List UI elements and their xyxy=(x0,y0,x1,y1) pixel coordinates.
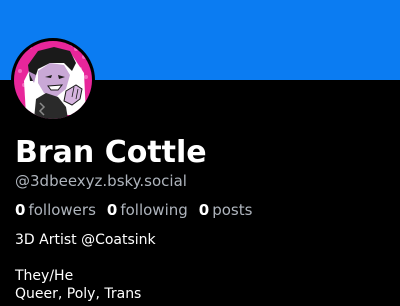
bio-line xyxy=(15,249,156,267)
following-label: following xyxy=(120,201,188,219)
followers-stat[interactable]: 0 followers xyxy=(15,201,96,219)
followers-count: 0 xyxy=(15,201,26,219)
posts-label: posts xyxy=(212,201,253,219)
profile-stats: 0 followers 0 following 0 posts xyxy=(15,201,263,219)
bio-line: Queer, Poly, Trans xyxy=(15,286,142,302)
posts-count: 0 xyxy=(198,201,210,219)
profile-display-name: Bran Cottle xyxy=(15,135,207,170)
following-stat[interactable]: 0 following xyxy=(107,201,188,219)
avatar-illustration-icon xyxy=(14,41,92,119)
profile-avatar[interactable] xyxy=(11,38,95,122)
profile-card: Bran Cottle @3dbeexyz.bsky.social 0 follo… xyxy=(0,0,400,306)
following-count: 0 xyxy=(106,201,118,219)
bio-line: 3D Artist @Coatsink xyxy=(15,232,156,248)
profile-handle[interactable]: @3dbeexyz.bsky.social xyxy=(15,172,187,190)
profile-bio: 3D Artist @Coatsink They/He Queer, Poly,… xyxy=(15,231,156,303)
followers-label: followers xyxy=(28,201,96,219)
bio-line: They/He xyxy=(15,268,74,284)
posts-stat: 0 posts xyxy=(199,201,253,219)
